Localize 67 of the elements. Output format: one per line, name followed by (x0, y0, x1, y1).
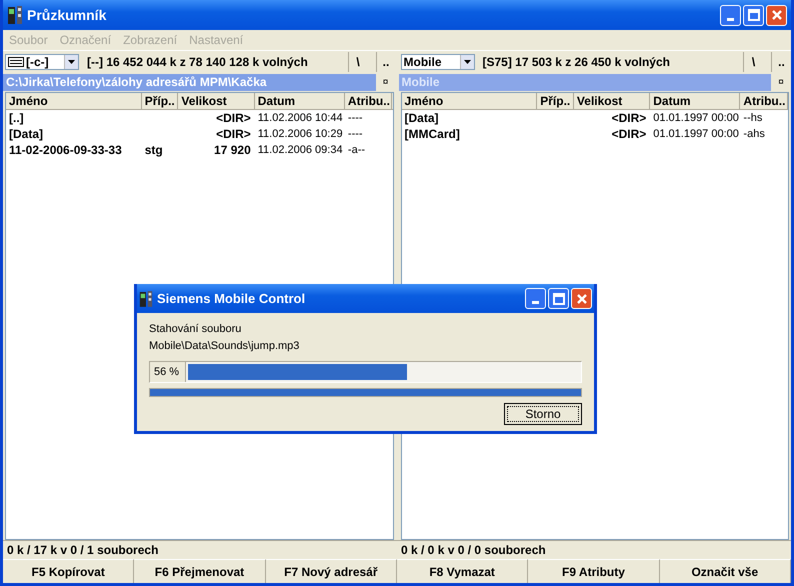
table-cell: [..] (9, 110, 24, 126)
table-cell-text: ---- (348, 111, 363, 126)
table-cell: <DIR> (216, 126, 251, 142)
table-cell: 11-02-2006-09-33-33 (9, 142, 122, 158)
function-key-button[interactable]: F5 Kopírovat (3, 559, 134, 583)
function-key-button[interactable]: F9 Atributy (528, 559, 660, 583)
function-key-button[interactable]: F8 Vymazat (396, 559, 528, 583)
table-cell: 17 920 (214, 142, 251, 158)
table-cell: <DIR> (612, 110, 646, 126)
function-key-button[interactable]: F7 Nový adresář (266, 559, 397, 583)
close-icon (576, 292, 588, 304)
column-header[interactable]: Datum (254, 93, 345, 109)
close-button[interactable] (766, 4, 787, 26)
dialog-text: Mobile\Data\Sounds\jump.mp3 (149, 339, 300, 354)
column-header[interactable]: Příp.. (142, 93, 178, 109)
table-cell-text: ---- (348, 127, 363, 142)
column-header[interactable]: Atribu.. (740, 93, 788, 109)
pin-button[interactable]: ¤ (376, 76, 396, 88)
free-space-info: [--] 16 452 044 k z 78 140 128 k volných (87, 55, 309, 69)
table-cell-text: -a-- (348, 143, 366, 158)
column-header[interactable]: Jméno (6, 93, 142, 109)
function-key-button[interactable]: F6 Přejmenovat (134, 559, 266, 583)
cancel-button[interactable]: Storno (504, 403, 582, 425)
free-space-info: [S75] 17 503 k z 26 450 k volných (482, 55, 671, 69)
column-header[interactable]: Velikost (178, 93, 255, 109)
table-cell-text: --hs (743, 111, 762, 126)
drive-dropdown[interactable]: Mobile (400, 54, 474, 70)
table-cell: [MMCard] (404, 126, 460, 142)
function-key-button[interactable]: Označit vše (660, 559, 791, 583)
column-header[interactable]: Velikost (574, 93, 650, 109)
close-icon (770, 9, 782, 21)
table-cell: <DIR> (216, 110, 251, 126)
table-cell: stg (144, 142, 163, 158)
drive-dropdown[interactable]: [-c-] (5, 54, 79, 70)
table-cell-text: 11.02.2006 10:44 (258, 111, 343, 126)
maximize-button[interactable] (743, 4, 764, 26)
table-cell: [Data] (404, 110, 439, 126)
minimize-button[interactable] (525, 288, 546, 309)
dialog-title: Siemens Mobile Control (157, 291, 306, 306)
table-cell-text: 01.01.1997 00:00 (653, 127, 739, 142)
table-cell-text: 11.02.2006 10:29 (258, 127, 343, 142)
column-header[interactable]: Datum (650, 93, 740, 109)
phone-icon (139, 290, 153, 308)
maximize-icon (748, 9, 760, 21)
table-cell: <DIR> (612, 126, 646, 142)
status-text: 0 k / 17 k v 0 / 1 souborech (6, 543, 160, 557)
column-header[interactable]: Atribu.. (344, 93, 392, 109)
maximize-button[interactable] (548, 288, 569, 309)
close-button[interactable] (571, 288, 592, 309)
minimize-icon (727, 18, 734, 20)
status-text: 0 k / 0 k v 0 / 0 souborech (400, 543, 547, 557)
table-cell-text: 11.02.2006 09:34 (258, 143, 343, 158)
table-cell: [Data] (9, 126, 44, 142)
maximize-icon (552, 292, 564, 304)
phone-icon (7, 5, 23, 25)
drive-icon (8, 57, 24, 67)
table-cell-text: -ahs (743, 127, 765, 142)
minimize-button[interactable] (720, 4, 741, 26)
column-header[interactable]: Jméno (402, 93, 538, 109)
path-bar: C:\Jirka\Telefony\zálohy adresářů MPM\Kačka (3, 74, 376, 90)
window-title: Průzkumník (27, 7, 106, 23)
table-cell-text: 01.01.1997 00:00 (653, 111, 739, 126)
path-bar: Mobile (398, 74, 771, 90)
minimize-icon (532, 301, 539, 304)
column-header[interactable]: Příp.. (537, 93, 574, 109)
pin-button[interactable]: ¤ (771, 76, 791, 88)
dialog-text: Stahování souboru (149, 322, 242, 337)
